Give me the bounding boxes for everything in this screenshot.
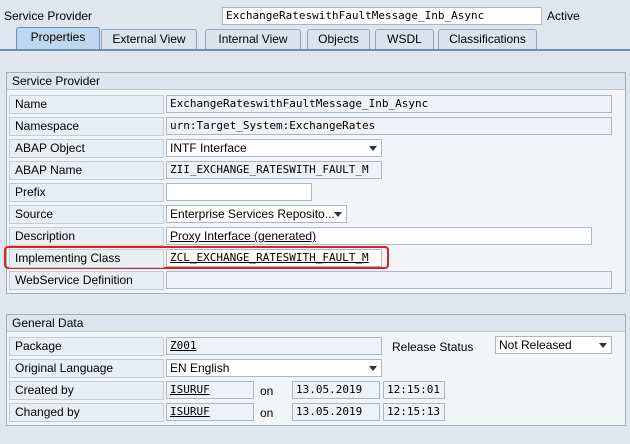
created-on-label: on (260, 384, 274, 398)
namespace-field[interactable]: urn:Target_System:ExchangeRates (166, 117, 612, 135)
tab-internal-view[interactable]: Internal View (205, 29, 301, 49)
abap-object-label: ABAP Object (9, 139, 164, 158)
namespace-label: Namespace (9, 117, 164, 136)
source-label: Source (9, 205, 164, 224)
implementing-class-label: Implementing Class (9, 249, 164, 268)
created-date-field[interactable]: 13.05.2019 (292, 381, 380, 399)
tab-properties[interactable]: Properties (16, 27, 100, 49)
changed-by-user-field[interactable]: ISURUF (166, 403, 254, 421)
tab-external-view[interactable]: External View (101, 29, 197, 49)
release-status-dropdown[interactable]: Not Released (495, 336, 612, 354)
changed-time-field[interactable]: 12:15:13 (383, 403, 445, 421)
general-data-group-title: General Data (7, 315, 625, 332)
implementing-class-field[interactable]: ZCL_EXCHANGE_RATESWITH_FAULT_M (166, 249, 382, 267)
description-value: Proxy Interface (generated) (170, 229, 317, 243)
abap-name-field[interactable]: ZII_EXCHANGE_RATESWITH_FAULT_M (166, 161, 382, 179)
chevron-down-icon (334, 212, 342, 217)
package-field[interactable]: Z001 (166, 337, 382, 355)
implementing-class-value: ZCL_EXCHANGE_RATESWITH_FAULT_M (170, 251, 369, 264)
service-provider-header-field[interactable]: ExchangeRateswithFaultMessage_Inb_Async (222, 7, 542, 25)
original-language-dropdown[interactable]: EN English (166, 359, 382, 377)
created-by-user-value: ISURUF (170, 383, 210, 396)
original-language-value: EN English (170, 361, 230, 375)
source-dropdown[interactable]: Enterprise Services Reposito... (166, 205, 347, 223)
package-label: Package (9, 337, 164, 356)
name-label: Name (9, 95, 164, 114)
prefix-label: Prefix (9, 183, 164, 202)
changed-date-field[interactable]: 13.05.2019 (292, 403, 380, 421)
service-provider-group-title: Service Provider (7, 73, 625, 90)
created-time-field[interactable]: 12:15:01 (383, 381, 445, 399)
release-status-value: Not Released (499, 338, 572, 352)
tab-strip-divider (0, 49, 630, 51)
release-status-label: Release Status (392, 340, 474, 354)
changed-by-label: Changed by (9, 403, 164, 422)
prefix-field[interactable] (166, 183, 312, 201)
webservice-definition-label: WebService Definition (9, 271, 164, 290)
chevron-down-icon (369, 146, 377, 151)
abap-object-dropdown[interactable]: INTF Interface (166, 139, 382, 157)
description-label: Description (9, 227, 164, 246)
service-provider-header-label: Service Provider (4, 9, 93, 23)
description-field[interactable]: Proxy Interface (generated) (166, 227, 592, 245)
tab-objects[interactable]: Objects (307, 29, 370, 49)
abap-object-value: INTF Interface (170, 141, 247, 155)
package-value: Z001 (170, 339, 197, 352)
tab-classifications[interactable]: Classifications (438, 29, 537, 49)
original-language-label: Original Language (9, 359, 164, 378)
changed-on-label: on (260, 406, 274, 420)
chevron-down-icon (599, 343, 607, 348)
status-text: Active (547, 9, 580, 23)
created-by-user-field[interactable]: ISURUF (166, 381, 254, 399)
tab-wsdl[interactable]: WSDL (375, 29, 434, 49)
source-value: Enterprise Services Reposito... (170, 207, 335, 221)
changed-by-user-value: ISURUF (170, 405, 210, 418)
name-field[interactable]: ExchangeRateswithFaultMessage_Inb_Async (166, 95, 612, 113)
abap-name-label: ABAP Name (9, 161, 164, 180)
webservice-definition-field[interactable] (166, 271, 612, 289)
chevron-down-icon (369, 366, 377, 371)
created-by-label: Created by (9, 381, 164, 400)
